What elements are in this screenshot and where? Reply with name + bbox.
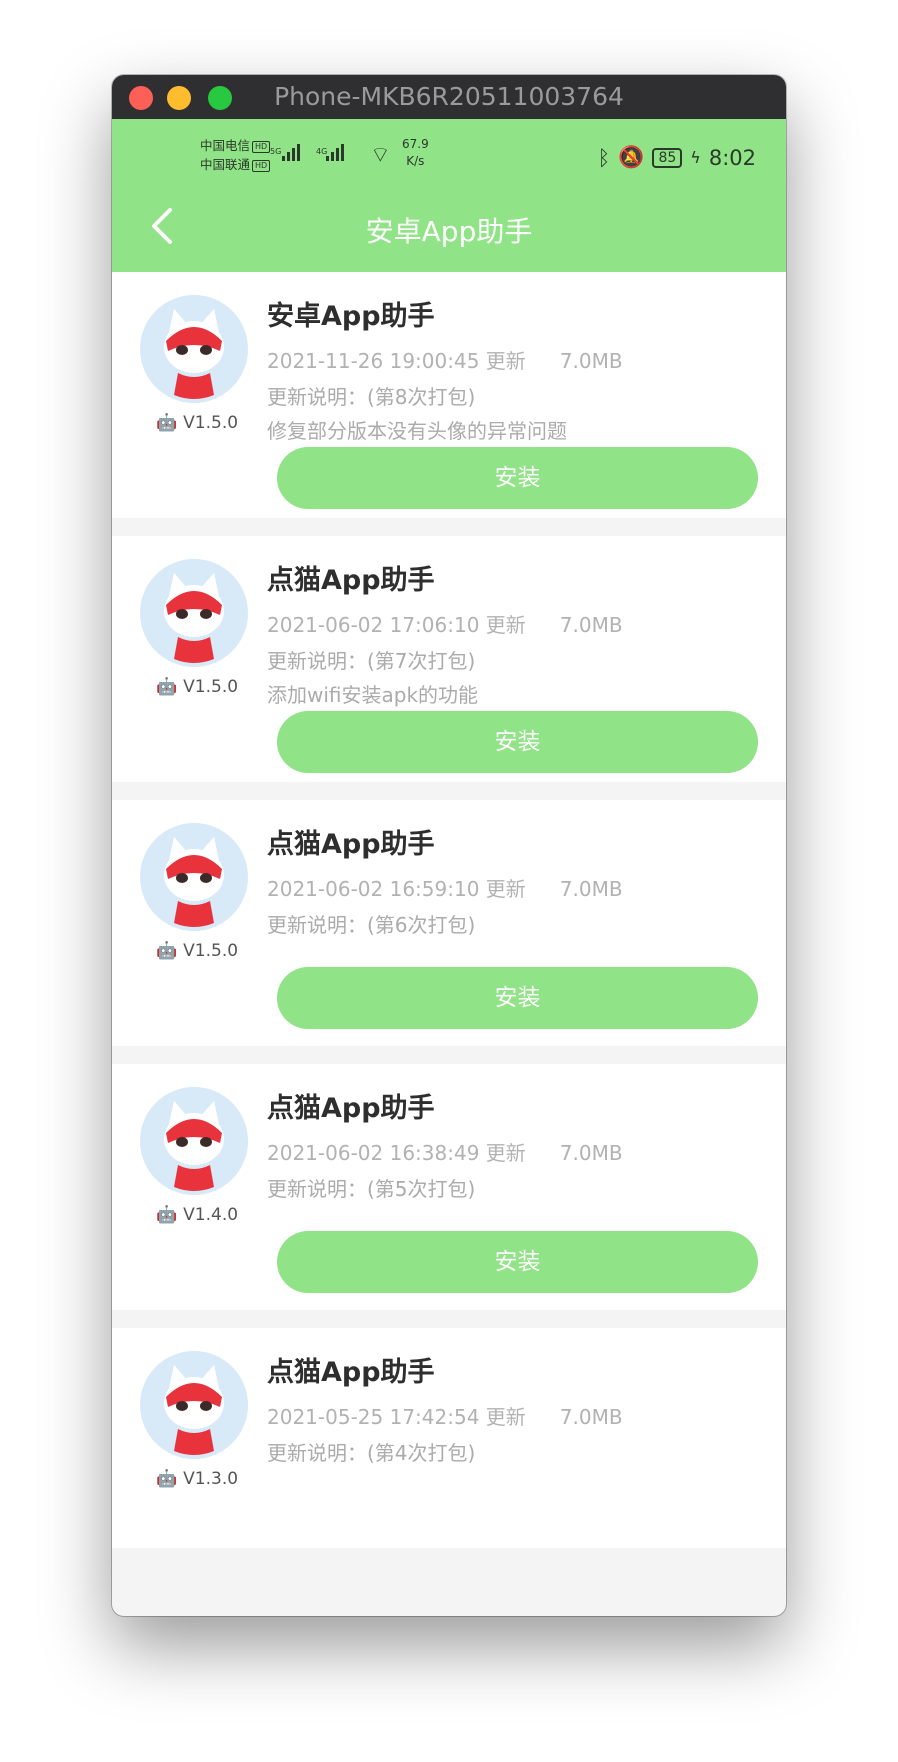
mascot-icon (140, 823, 248, 931)
app-name: 点猫App助手 (267, 1357, 435, 1388)
app-name: 点猫App助手 (267, 565, 435, 596)
update-date: 2021-06-02 17:06:10 更新 (267, 613, 526, 637)
battery-icon: 85 (652, 147, 683, 168)
item-info: 点猫App助手 2021-06-02 17:06:10 更新 7.0MB 更新说明… (267, 564, 766, 708)
android-icon: 🤖 (156, 1205, 178, 1225)
list-item: 🤖 V1.5.0 点猫App助手 2021-06-02 17:06:10 更新 7.… (112, 536, 786, 782)
clock: 8:02 (708, 145, 756, 170)
page-title: 安卓App助手 (365, 215, 533, 248)
android-icon: 🤖 (156, 941, 178, 961)
item-info: 点猫App助手 2021-05-25 17:42:54 更新 7.0MB 更新说明… (267, 1356, 766, 1466)
update-date: 2021-05-25 17:42:54 更新 (267, 1405, 526, 1429)
update-meta: 2021-06-02 16:38:49 更新 7.0MB (267, 1140, 766, 1166)
app-avatar (140, 559, 248, 667)
version-text: V1.4.0 (183, 1205, 239, 1225)
mascot-icon (140, 1351, 248, 1459)
speed-unit: K/s (406, 154, 425, 168)
version-text: V1.5.0 (183, 677, 239, 697)
android-icon: 🤖 (156, 1469, 178, 1489)
install-button[interactable]: 安装 (277, 967, 758, 1029)
update-note: 更新说明：(第6次打包) (267, 913, 476, 937)
update-meta: 2021-11-26 19:00:45 更新 7.0MB (267, 348, 766, 374)
list-item: 🤖 V1.5.0 点猫App助手 2021-06-02 16:59:10 更新 7.… (112, 800, 786, 1046)
update-note: 更新说明：(第5次打包) (267, 1177, 476, 1201)
android-icon: 🤖 (156, 413, 178, 433)
file-size: 7.0MB (559, 1405, 623, 1429)
update-note: 更新说明：(第4次打包) (267, 1441, 476, 1465)
update-date: 2021-06-02 16:59:10 更新 (267, 877, 526, 901)
install-button[interactable]: 安装 (277, 447, 758, 509)
app-name: 安卓App助手 (267, 301, 435, 332)
emulator-window: Phone-MKB6R20511003764 中国电信 HD 中国联通 HD 5G … (112, 75, 786, 1616)
update-date: 2021-11-26 19:00:45 更新 (267, 349, 526, 373)
window-title: Phone-MKB6R20511003764 (274, 82, 624, 111)
speed-value: 67.9 (402, 137, 429, 151)
item-info: 点猫App助手 2021-06-02 16:59:10 更新 7.0MB 更新说明… (267, 828, 766, 938)
wifi-icon: ⌔ (370, 143, 391, 168)
version-text: V1.5.0 (183, 941, 239, 961)
mascot-icon (140, 559, 248, 667)
app-avatar (140, 1087, 248, 1195)
carrier-2: 中国联通 (200, 157, 251, 172)
carrier-info: 中国电信 HD 中国联通 HD (200, 136, 271, 174)
version-text: V1.5.0 (183, 413, 239, 433)
app-avatar (140, 295, 248, 403)
version-list: 🤖 V1.5.0 安卓App助手 2021-11-26 19:00:45 更新 7.… (112, 272, 786, 1566)
app-avatar (140, 1351, 248, 1459)
app-name: 点猫App助手 (267, 829, 435, 860)
update-meta: 2021-06-02 16:59:10 更新 7.0MB (267, 876, 766, 902)
list-item: 🤖 V1.5.0 安卓App助手 2021-11-26 19:00:45 更新 7.… (112, 272, 786, 518)
charging-icon: ϟ (690, 148, 701, 167)
update-note-detail: 添加wifi安装apk的功能 (267, 683, 479, 707)
network-type-1: 5G (270, 147, 282, 156)
app-header: 安卓App助手 (112, 192, 786, 272)
update-meta: 2021-06-02 17:06:10 更新 7.0MB (267, 612, 766, 638)
network-speed: 67.9 K/s (402, 136, 429, 170)
install-button[interactable]: 安装 (277, 711, 758, 773)
list-item: 🤖 V1.3.0 点猫App助手 2021-05-25 17:42:54 更新 7.… (112, 1328, 786, 1548)
carrier-1: 中国电信 (200, 138, 251, 153)
mascot-icon (140, 1087, 248, 1195)
app-name: 点猫App助手 (267, 1093, 435, 1124)
status-bar: 中国电信 HD 中国联通 HD 5G 4G ⌔ 67.9 K/s ᛒ 🔕 85 ϟ … (112, 119, 786, 192)
hd-badge: HD (252, 141, 271, 153)
item-info: 安卓App助手 2021-11-26 19:00:45 更新 7.0MB 更新说明… (267, 300, 766, 444)
mute-bell-icon: 🔕 (618, 145, 645, 169)
signal-bars-2-icon (326, 143, 344, 161)
file-size: 7.0MB (559, 877, 623, 901)
battery-level: 85 (658, 149, 677, 166)
version-label: 🤖 V1.3.0 (156, 1469, 238, 1489)
update-note: 更新说明：(第8次打包) (267, 385, 476, 409)
version-label: 🤖 V1.5.0 (156, 941, 238, 961)
file-size: 7.0MB (559, 1141, 623, 1165)
mascot-icon (140, 295, 248, 403)
file-size: 7.0MB (559, 613, 623, 637)
bluetooth-icon: ᛒ (597, 145, 611, 170)
signal-bars-1-icon (282, 143, 300, 161)
window-titlebar: Phone-MKB6R20511003764 (112, 75, 786, 119)
update-meta: 2021-05-25 17:42:54 更新 7.0MB (267, 1404, 766, 1430)
version-label: 🤖 V1.4.0 (156, 1205, 238, 1225)
update-date: 2021-06-02 16:38:49 更新 (267, 1141, 526, 1165)
android-icon: 🤖 (156, 677, 178, 697)
item-info: 点猫App助手 2021-06-02 16:38:49 更新 7.0MB 更新说明… (267, 1092, 766, 1202)
version-label: 🤖 V1.5.0 (156, 413, 238, 433)
version-label: 🤖 V1.5.0 (156, 677, 238, 697)
hd-badge: HD (252, 160, 271, 172)
update-note: 更新说明：(第7次打包) (267, 649, 476, 673)
update-note-detail: 修复部分版本没有头像的异常问题 (267, 419, 567, 443)
file-size: 7.0MB (559, 349, 623, 373)
app-avatar (140, 823, 248, 931)
list-item: 🤖 V1.4.0 点猫App助手 2021-06-02 16:38:49 更新 7.… (112, 1064, 786, 1310)
status-right: ᛒ 🔕 85 ϟ 8:02 (598, 145, 756, 170)
version-text: V1.3.0 (183, 1469, 239, 1489)
install-button[interactable]: 安装 (277, 1231, 758, 1293)
